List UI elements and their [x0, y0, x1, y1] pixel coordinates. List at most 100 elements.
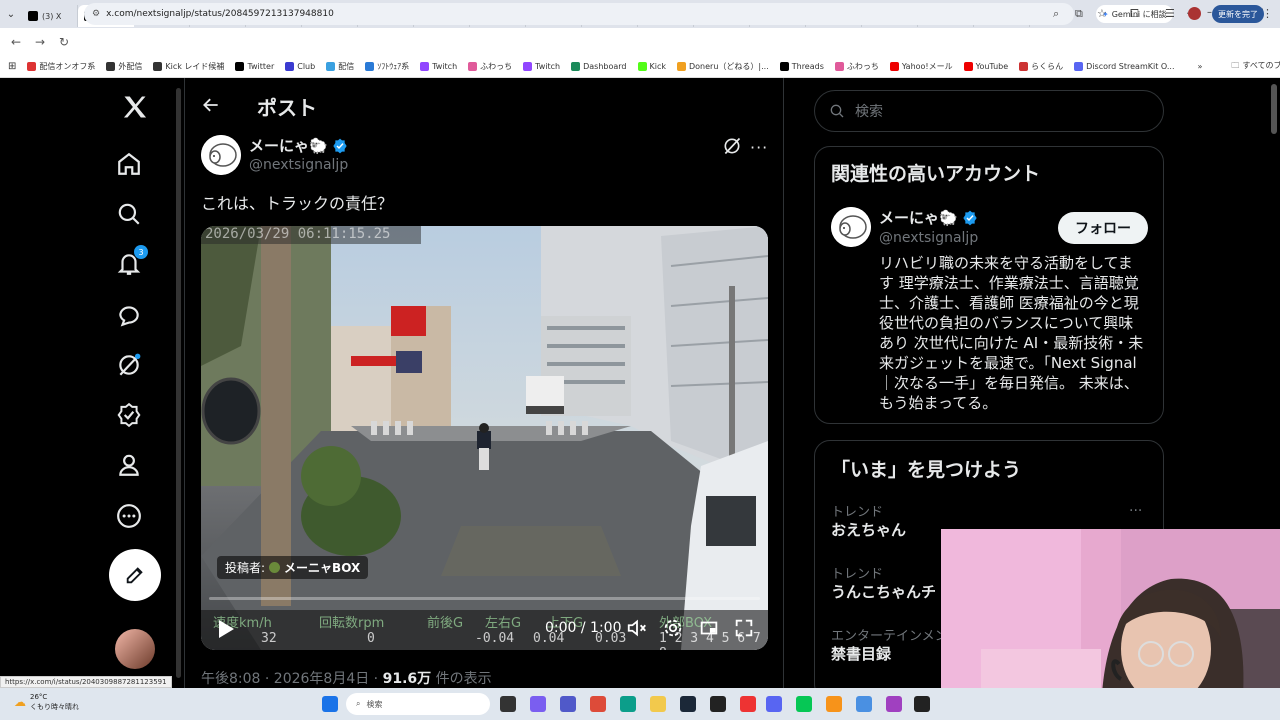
- bookmark-item[interactable]: ふわっち: [834, 61, 879, 72]
- more-options-icon[interactable]: [114, 501, 144, 531]
- bookmark-item[interactable]: Yahoo!メール: [889, 61, 953, 72]
- line-icon[interactable]: [796, 696, 812, 712]
- bookmark-item[interactable]: ｿﾌﾄｳｪｱ系: [365, 61, 409, 72]
- page-scrollbar[interactable]: [1271, 84, 1277, 134]
- compose-icon: [126, 567, 143, 584]
- bookmark-item[interactable]: 外配信: [106, 61, 142, 72]
- bookmark-item[interactable]: Kick: [637, 61, 666, 72]
- apps-icon[interactable]: ⊞: [8, 61, 16, 72]
- bookmark-item[interactable]: Discord StreamKit O...: [1074, 61, 1174, 72]
- post-more-icon[interactable]: ···: [750, 138, 768, 157]
- edge-icon[interactable]: [620, 696, 636, 712]
- teams-icon[interactable]: [560, 696, 576, 712]
- trend-item[interactable]: おえちゃん: [831, 519, 906, 540]
- browser-tab[interactable]: (3) X: [22, 5, 78, 27]
- back-icon[interactable]: ←: [4, 35, 28, 49]
- author-avatar[interactable]: [201, 135, 241, 175]
- compose-post-button[interactable]: [109, 549, 161, 601]
- reload-icon[interactable]: ↻: [52, 35, 76, 49]
- zoom-icon[interactable]: ⌕: [1053, 7, 1059, 21]
- verified-orgs-icon[interactable]: [114, 400, 144, 430]
- bookmark-item[interactable]: Twitch: [420, 61, 457, 72]
- grok-explain-icon[interactable]: [722, 136, 742, 160]
- bookmark-item[interactable]: らくらん: [1019, 61, 1063, 72]
- reading-list-icon[interactable]: ☰: [1165, 7, 1175, 20]
- video-time: 0:00 / 1:00: [545, 620, 622, 636]
- trend-item[interactable]: うんこちゃんチ: [831, 581, 936, 602]
- profile-icon[interactable]: [114, 450, 144, 480]
- copilot-icon[interactable]: [530, 696, 546, 712]
- related-name[interactable]: メーにゃ🐑: [879, 207, 978, 228]
- toolbar: ← → ↻: [0, 28, 1280, 56]
- search-icon: ⌕: [356, 699, 361, 708]
- menu-icon[interactable]: ⋮: [1262, 7, 1273, 20]
- weather-widget[interactable]: ☁ 26°C くもり時々晴れ: [14, 692, 79, 712]
- all-bookmarks-button[interactable]: 🗀すべてのブックマーク: [1231, 60, 1280, 74]
- discord-icon[interactable]: [766, 696, 782, 712]
- app-icon-3[interactable]: [886, 696, 902, 712]
- explore-icon[interactable]: [114, 199, 144, 229]
- bookmark-item[interactable]: ふわっち: [468, 61, 512, 72]
- update-button[interactable]: 更新を完了: [1212, 5, 1264, 23]
- bookmark-label: ふわっち: [480, 62, 513, 71]
- bookmark-item[interactable]: Twitter: [235, 61, 274, 72]
- trend-more-icon[interactable]: ···: [1129, 503, 1142, 519]
- related-handle[interactable]: @nextsignaljp: [879, 230, 978, 246]
- grok-icon[interactable]: [114, 350, 144, 380]
- app-icon[interactable]: [740, 696, 756, 712]
- install-icon[interactable]: ⧉: [1075, 7, 1083, 21]
- trend-item[interactable]: 禁書目録: [831, 643, 891, 664]
- notepad-icon[interactable]: [856, 696, 872, 712]
- search-input[interactable]: [855, 103, 1135, 119]
- notification-badge: 3: [134, 245, 148, 259]
- start-icon[interactable]: [322, 696, 338, 712]
- bookmarks-more-button[interactable]: »: [1197, 62, 1202, 71]
- steam-icon[interactable]: [680, 696, 696, 712]
- chrome-icon[interactable]: [590, 696, 606, 712]
- related-avatar[interactable]: [831, 207, 871, 247]
- obs-icon[interactable]: [710, 696, 726, 712]
- hud-label: 前後G: [427, 616, 464, 631]
- site-info-icon[interactable]: ⚙: [92, 9, 100, 19]
- bookmark-label: らくらん: [1031, 62, 1064, 71]
- address-bar[interactable]: ⚙ x.com/nextsignaljp/status/208459721313…: [84, 3, 1074, 25]
- bookmark-item[interactable]: Twitch: [523, 61, 560, 72]
- home-icon[interactable]: [114, 149, 144, 179]
- hud-label: 回転数rpm: [319, 616, 385, 631]
- bookmark-item[interactable]: 配信: [326, 61, 354, 72]
- url-text: x.com/nextsignaljp/status/20845972131379…: [106, 9, 334, 19]
- views-count: 91.6万: [382, 671, 432, 687]
- author-handle[interactable]: @nextsignaljp: [249, 157, 348, 173]
- extensions-icon[interactable]: ⧠: [1130, 7, 1139, 21]
- terminal-icon[interactable]: [914, 696, 930, 712]
- bookmark-item[interactable]: 配信オンオフ系: [27, 61, 95, 72]
- bookmark-item[interactable]: Club: [285, 61, 315, 72]
- bookmark-item[interactable]: Threads: [779, 61, 824, 72]
- author-name[interactable]: メーにゃ🐑: [249, 135, 348, 156]
- nav-scrollbar[interactable]: [176, 88, 181, 678]
- post-timestamp[interactable]: 午後8:08 · 2026年8月4日 ·: [201, 671, 378, 687]
- x-logo-icon[interactable]: [120, 92, 150, 122]
- messages-icon[interactable]: [114, 300, 144, 330]
- bookmark-item[interactable]: Doneru（どねる）|...: [677, 61, 769, 72]
- bookmark-star-icon[interactable]: ☆: [1097, 7, 1107, 20]
- tab-search-icon[interactable]: ⌄: [0, 9, 22, 20]
- video-progress-bar[interactable]: [209, 597, 760, 600]
- explorer-icon[interactable]: [650, 696, 666, 712]
- forward-icon[interactable]: →: [28, 35, 52, 49]
- follow-button[interactable]: フォロー: [1058, 212, 1148, 244]
- bookmark-item[interactable]: YouTube: [963, 61, 1008, 72]
- app-icon-2[interactable]: [826, 696, 842, 712]
- video-player[interactable]: 2026/03/29 06:11:15.25 投稿者: メーニャBOX 速度km…: [201, 226, 768, 650]
- back-arrow-icon[interactable]: [201, 95, 221, 119]
- bookmark-item[interactable]: Kick レイド候補: [153, 61, 224, 72]
- profile-avatar[interactable]: [1188, 7, 1201, 20]
- all-bookmarks-label: すべてのブックマーク: [1242, 60, 1280, 70]
- account-avatar[interactable]: [115, 629, 155, 669]
- task-view-icon[interactable]: [500, 696, 516, 712]
- search-box[interactable]: [814, 90, 1164, 132]
- views-label: 件の表示: [435, 671, 492, 687]
- bookmark-item[interactable]: Dashboard: [571, 61, 627, 72]
- taskbar-search[interactable]: ⌕ 検索: [346, 693, 490, 715]
- notifications-icon[interactable]: 3: [114, 245, 148, 279]
